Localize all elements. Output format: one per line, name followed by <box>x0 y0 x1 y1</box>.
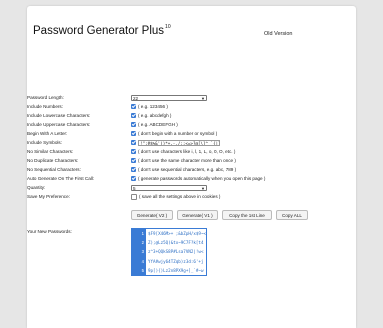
button-bar: Generate( V2 ) Generate( V1 ) Copy the 1… <box>131 210 308 220</box>
password-text[interactable]: 9p[){)Lz2n8PX9g+]_`#~w <box>146 268 203 273</box>
sequential-hint: ( don't use sequential characters, e.g. … <box>138 167 237 172</box>
save-hint: ( save all the settings above in cookies… <box>139 194 221 199</box>
chevron-down-icon: ▼ <box>201 185 205 191</box>
password-line: 3 z^3+QQkS8P#Lsa7VN2|!w< <box>132 247 206 257</box>
chevron-down-icon: ▼ <box>201 95 205 101</box>
auto-label: Auto Generate On The First Call: <box>27 176 95 181</box>
row-numbers: Include Numbers: ( e.g. 123456 ) <box>27 102 327 111</box>
symbols-label: Include Symbols: <box>27 140 62 145</box>
lowercase-hint: ( e.g. abcdefgh ) <box>138 113 172 118</box>
password-text[interactable]: Z);@Lz5Q(&tx~9C7F?k[t4 <box>146 240 203 245</box>
line-number: 4 <box>132 256 146 266</box>
uppercase-hint: ( e.g. ABCDEFGH ) <box>138 122 178 127</box>
password-text[interactable]: $F9[X46M>+ ;&bZpH/x$9~< <box>146 231 206 236</box>
title-version: 10 <box>165 24 171 30</box>
row-length: Password Length: 22 ▼ <box>27 93 327 102</box>
similar-checkbox[interactable] <box>131 149 136 154</box>
symbols-input[interactable]: !";#$%&'()*+,-./:;<=>?@[\]^_`{|}~ <box>138 139 220 146</box>
similar-hint: ( don't use characters like i, l, 1, L, … <box>138 149 236 154</box>
row-similar: No Similar Characters: ( don't use chara… <box>27 147 327 156</box>
line-number: 1 <box>132 229 146 239</box>
password-line: 1 $F9[X46M>+ ;&bZpH/x$9~< <box>132 229 206 239</box>
copy-first-line-button[interactable]: Copy the 1st Line <box>222 210 272 220</box>
row-quantity: Quantity: 5 ▼ <box>27 183 327 192</box>
save-checkbox[interactable] <box>131 193 137 200</box>
copy-all-button[interactable]: Copy ALL <box>276 210 308 220</box>
letter-label: Begin With A Letter: <box>27 131 68 136</box>
quantity-label: Quantity: <box>27 185 46 190</box>
length-select[interactable]: 22 ▼ <box>131 94 207 101</box>
row-save: Save My Preference: ( save all the setti… <box>27 192 327 201</box>
line-number: 5 <box>132 265 146 275</box>
row-lowercase: Include Lowercase Characters: ( e.g. abc… <box>27 111 327 120</box>
duplicate-checkbox[interactable] <box>131 158 136 163</box>
password-line: 4 YfA#wjy64TZqb)z3d:6'+j <box>132 256 206 266</box>
numbers-label: Include Numbers: <box>27 104 64 109</box>
uppercase-checkbox[interactable] <box>131 122 136 127</box>
generate-v1-button[interactable]: Generate( V1 ) <box>177 210 218 220</box>
sequential-label: No Sequential Characters: <box>27 167 81 172</box>
save-label: Save My Preference: <box>27 194 70 199</box>
numbers-hint: ( e.g. 123456 ) <box>138 104 168 109</box>
auto-checkbox[interactable] <box>131 176 136 181</box>
lowercase-checkbox[interactable] <box>131 113 136 118</box>
password-line: 2 Z);@Lz5Q(&tx~9C7F?k[t4 <box>132 238 206 248</box>
passwords-label: Your New Passwords: <box>27 229 72 234</box>
row-uppercase: Include Uppercase Characters: ( e.g. ABC… <box>27 120 327 129</box>
letter-hint: ( don't begin with a number or symbol ) <box>138 131 218 136</box>
auto-hint: ( generate passwords automatically when … <box>138 176 266 181</box>
symbols-checkbox[interactable] <box>131 140 136 145</box>
row-auto: Auto Generate On The First Call: ( gener… <box>27 174 327 183</box>
line-number: 3 <box>132 247 146 257</box>
quantity-select[interactable]: 5 ▼ <box>131 184 207 191</box>
length-label: Password Length: <box>27 95 64 100</box>
password-line: 5 9p[){)Lz2n8PX9g+]_`#~w <box>132 265 206 275</box>
similar-label: No Similar Characters: <box>27 149 74 154</box>
row-sequential: No Sequential Characters: ( don't use se… <box>27 165 327 174</box>
row-letter: Begin With A Letter: ( don't begin with … <box>27 129 327 138</box>
generate-v2-button[interactable]: Generate( V2 ) <box>131 210 173 220</box>
old-version-link[interactable]: Old Version <box>264 31 292 37</box>
password-text[interactable]: YfA#wjy64TZqb)z3d:6'+j <box>146 259 203 264</box>
letter-checkbox[interactable] <box>131 131 136 136</box>
numbers-checkbox[interactable] <box>131 104 136 109</box>
line-number: 2 <box>132 238 146 248</box>
row-symbols: Include Symbols: !";#$%&'()*+,-./:;<=>?@… <box>27 138 327 147</box>
duplicate-hint: ( don't use the same character more than… <box>138 158 236 163</box>
passwords-output[interactable]: 1 $F9[X46M>+ ;&bZpH/x$9~< 2 Z);@Lz5Q(&tx~9… <box>131 228 207 276</box>
duplicate-label: No Duplicate Characters: <box>27 158 79 163</box>
row-duplicate: No Duplicate Characters: ( don't use the… <box>27 156 327 165</box>
page-title: Password Generator Plus10 <box>33 24 171 37</box>
uppercase-label: Include Uppercase Characters: <box>27 122 91 127</box>
sequential-checkbox[interactable] <box>131 167 136 172</box>
password-text[interactable]: z^3+QQkS8P#Lsa7VN2|!w< <box>146 249 203 254</box>
lowercase-label: Include Lowercase Characters: <box>27 113 91 118</box>
